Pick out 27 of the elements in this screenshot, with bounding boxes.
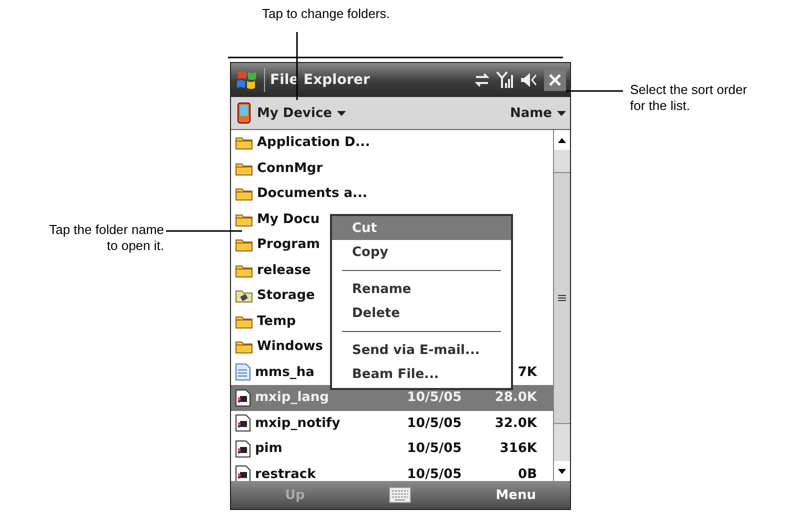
file-name: pim	[255, 441, 282, 456]
file-size: 28.0K	[494, 390, 537, 406]
file-name: My Docu	[257, 212, 320, 227]
file-name: Temp	[257, 314, 296, 329]
file-size: 0B	[518, 466, 537, 481]
file-name: Documents a...	[257, 186, 368, 202]
file-name: mxip_notify	[255, 416, 340, 431]
file-size: 316K	[500, 441, 537, 456]
file-date: 10/5/05	[407, 390, 462, 406]
file-name: ConnMgr	[257, 160, 323, 176]
file-name: mxip_lang	[255, 390, 329, 406]
file-date: 10/5/05	[407, 416, 462, 431]
file-size: 7K	[518, 364, 537, 380]
file-name: Storage	[257, 288, 315, 304]
file-date: 10/5/05	[407, 466, 462, 481]
callout-text: Tap the folder name to open it.	[48, 222, 164, 254]
file-name: Program	[257, 237, 320, 252]
file-name: restrack	[255, 466, 316, 481]
file-name: Windows	[257, 339, 324, 354]
file-size: 32.0K	[494, 416, 537, 431]
callout-text: Select the sort order for the list.	[630, 82, 748, 114]
file-name: Application D...	[257, 135, 370, 150]
callout-text: Tap to change folders.	[262, 6, 390, 22]
window-title: File Explorer	[270, 72, 370, 88]
file-name: release	[257, 262, 311, 278]
file-date: 10/5/05	[407, 441, 462, 456]
file-name: mms_ha	[255, 364, 314, 380]
